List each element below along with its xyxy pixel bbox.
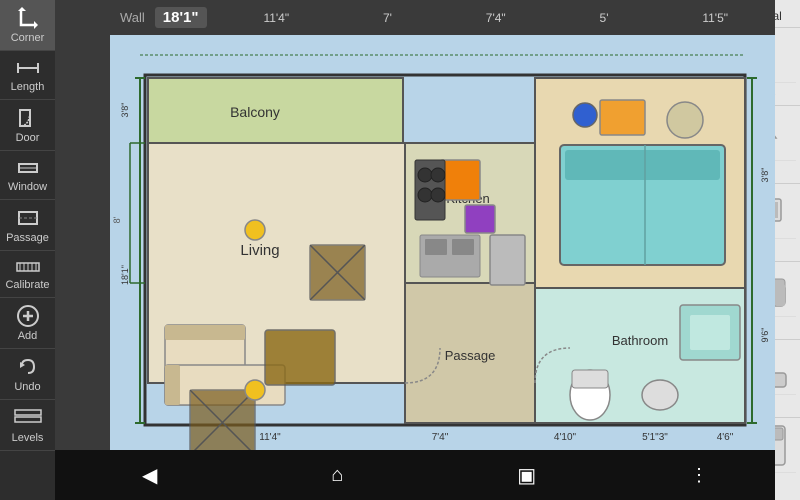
dimension-labels: 11'4" 7' 7'4" 5' 11'5" (227, 11, 765, 25)
menu-button[interactable]: ⋮ (690, 465, 708, 486)
add-tool[interactable]: Add (0, 298, 55, 349)
svg-text:8': 8' (112, 216, 122, 223)
length-label: Length (11, 81, 45, 93)
corner-label: Corner (11, 32, 45, 44)
home-button[interactable]: ⌂ (311, 454, 363, 497)
left-toolbar: Corner Length Door Window Passage (0, 0, 55, 500)
svg-text:Passage: Passage (445, 348, 496, 363)
svg-text:18'1": 18'1" (120, 265, 130, 285)
add-label: Add (18, 330, 38, 342)
svg-text:4'10": 4'10" (554, 432, 577, 443)
passage-tool[interactable]: Passage (0, 200, 55, 251)
svg-text:3'8": 3'8" (760, 168, 770, 183)
levels-label: Levels (12, 432, 44, 444)
door-tool[interactable]: Door (0, 100, 55, 151)
wall-value[interactable]: 18'1" (155, 7, 207, 28)
svg-text:Living: Living (240, 242, 279, 259)
svg-text:4'6": 4'6" (717, 432, 734, 443)
wall-label: Wall (120, 10, 145, 25)
corner-tool[interactable]: Corner (0, 0, 55, 51)
window-label: Window (8, 181, 47, 193)
door-label: Door (16, 132, 40, 144)
bottom-bar: ◀ ⌂ ▣ ⋮ (55, 450, 775, 500)
length-tool[interactable]: Length (0, 51, 55, 100)
svg-text:3'8": 3'8" (120, 103, 130, 118)
recent-button[interactable]: ▣ (497, 453, 556, 498)
svg-text:11'4": 11'4" (259, 432, 281, 443)
undo-label: Undo (14, 381, 40, 393)
svg-text:7'4": 7'4" (432, 432, 449, 443)
dim-4: 5' (600, 11, 609, 25)
dim-2: 7' (383, 11, 392, 25)
calibrate-tool[interactable]: Calibrate (0, 251, 55, 298)
passage-label: Passage (6, 232, 49, 244)
window-tool[interactable]: Window (0, 151, 55, 200)
undo-tool[interactable]: Undo (0, 349, 55, 400)
dim-3: 7'4" (486, 11, 506, 25)
dim-1: 11'4" (263, 11, 289, 25)
dim-5: 11'5" (702, 11, 728, 25)
svg-text:5'1"3": 5'1"3" (642, 432, 668, 443)
levels-tool[interactable]: Levels (0, 400, 55, 451)
top-bar: Wall 18'1" 11'4" 7' 7'4" 5' 11'5" (110, 0, 775, 35)
svg-text:Bathroom: Bathroom (612, 333, 668, 348)
svg-text:9'6": 9'6" (760, 328, 770, 343)
floorplan-canvas[interactable]: Balcony Living Kitchen Bedroom Passage B… (110, 35, 775, 450)
svg-text:Balcony: Balcony (230, 104, 280, 120)
calibrate-label: Calibrate (5, 279, 49, 291)
back-button[interactable]: ◀ (122, 453, 177, 498)
